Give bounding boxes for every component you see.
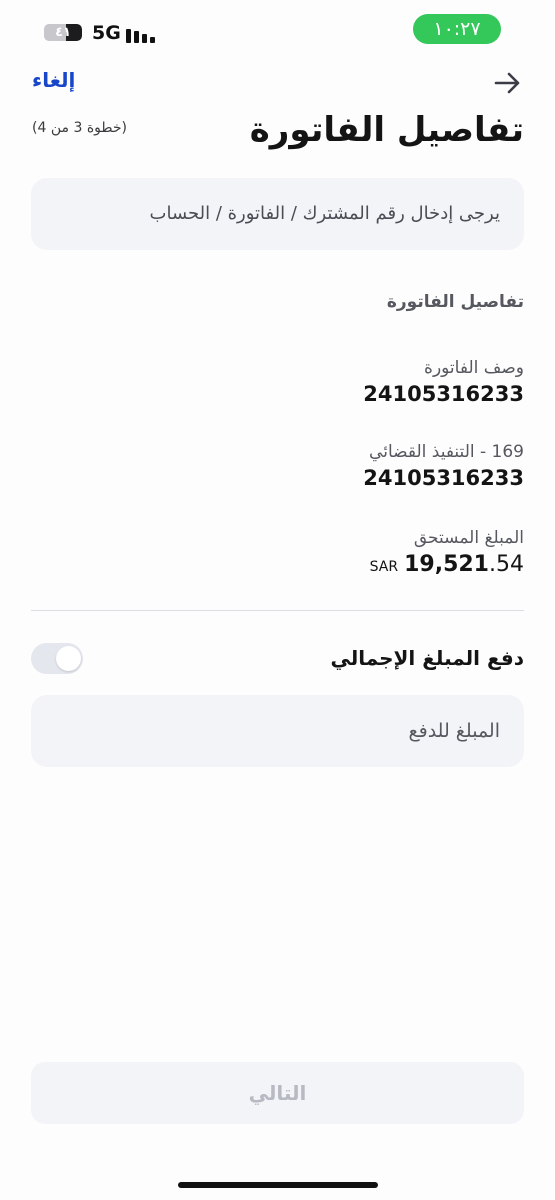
info-box: يرجى إدخال رقم المشترك / الفاتورة / الحس… <box>31 178 524 250</box>
amount-to-pay-input[interactable] <box>31 695 524 767</box>
cancel-button[interactable]: إلغاء <box>32 68 75 92</box>
bill-description-value: 24105316233 <box>363 382 524 406</box>
page-title: تفاصيل الفاتورة <box>249 110 524 150</box>
amount-due-label: المبلغ المستحق <box>413 528 524 548</box>
amount-integer: 19,521 <box>404 552 489 577</box>
amount-due-value: SAR 19,521.54 <box>32 550 524 582</box>
bill-description-field: وصف الفاتورة 24105316233 <box>32 356 524 408</box>
status-bar: ٤١ 5G ١٠:٢٧ <box>0 0 555 62</box>
network-type: 5G <box>92 22 121 44</box>
signal-strength-icon <box>126 23 158 43</box>
next-button[interactable]: التالي <box>31 1062 524 1124</box>
section-title-bill-details: تفاصيل الفاتورة <box>386 292 524 312</box>
battery-icon: ٤١ <box>44 24 82 41</box>
bill-type-label: 169 - التنفيذ القضائي <box>369 442 524 462</box>
home-indicator <box>178 1182 378 1188</box>
amount-decimal: .54 <box>489 552 524 577</box>
bill-description-label: وصف الفاتورة <box>424 358 524 378</box>
step-indicator: (خطوة 3 من 4) <box>32 120 127 136</box>
amount-due-field: المبلغ المستحق SAR 19,521.54 <box>32 526 524 582</box>
battery-level: ٤١ <box>55 25 71 40</box>
pay-full-amount-toggle[interactable] <box>31 643 83 674</box>
pay-full-amount-label: دفع المبلغ الإجمالي <box>330 646 524 670</box>
divider <box>31 610 524 611</box>
arrow-right-icon[interactable] <box>492 68 524 98</box>
bill-type-field: 169 - التنفيذ القضائي 24105316233 <box>32 440 524 492</box>
info-text: يرجى إدخال رقم المشترك / الفاتورة / الحس… <box>149 203 500 224</box>
status-time: ١٠:٢٧ <box>413 14 501 44</box>
bill-type-value: 24105316233 <box>363 466 524 490</box>
toggle-knob <box>56 646 81 671</box>
currency-code: SAR <box>369 559 399 575</box>
